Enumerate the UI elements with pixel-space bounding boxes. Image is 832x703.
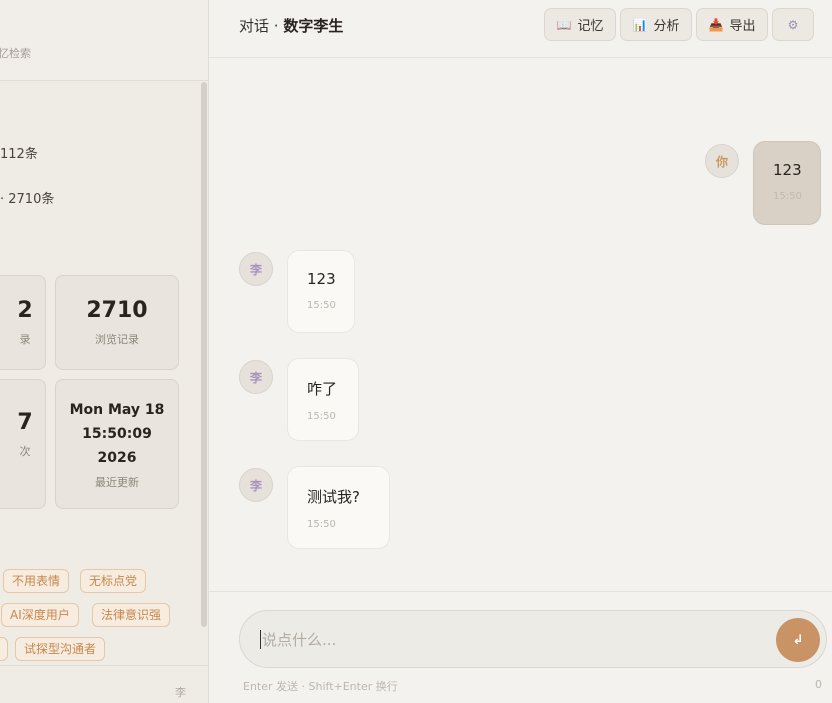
sidebar-scrollbar[interactable] xyxy=(201,82,207,627)
stat-line-memories: 112条 xyxy=(0,147,38,162)
book-icon: 📖 xyxy=(556,17,572,32)
char-counter: 0 xyxy=(815,678,822,691)
user-avatar: 你 xyxy=(705,144,739,178)
message-timestamp: 15:50 xyxy=(773,191,802,202)
analysis-button[interactable]: 📊 分析 xyxy=(620,8,692,41)
analysis-button-label: 分析 xyxy=(653,19,680,34)
sidebar: 忆检索 112条 · 2710条 2 录 2710 浏览记录 7 次 Mon M… xyxy=(0,0,209,703)
ai-message-bubble: 咋了 15:50 xyxy=(287,358,359,441)
message-timestamp: 15:50 xyxy=(307,519,336,530)
persona-tag[interactable]: 试探型沟通者 xyxy=(15,637,106,661)
stat-card-partial-1: 2 录 xyxy=(0,275,46,370)
message-timestamp: 15:50 xyxy=(307,300,336,311)
gear-icon: ⚙ xyxy=(787,17,799,32)
ai-message-bubble: 123 15:50 xyxy=(287,250,355,333)
sidebar-header: 忆检索 xyxy=(0,0,208,81)
stat-card-browse-records: 2710 浏览记录 xyxy=(55,275,179,370)
memory-button[interactable]: 📖 记忆 xyxy=(544,8,616,41)
message-text: 测试我? xyxy=(307,488,360,506)
persona-tag[interactable]: 无标点党 xyxy=(80,569,147,593)
last-updated-time: 15:50:09 xyxy=(82,426,152,442)
stat-card-label: 录 xyxy=(19,333,31,346)
memory-search-hint[interactable]: 忆检索 xyxy=(0,45,31,61)
stat-card-partial-2: 7 次 xyxy=(0,379,46,509)
title-prefix: 对话 · xyxy=(239,17,284,35)
keyboard-hint: Enter 发送 · Shift+Enter 换行 xyxy=(243,680,398,693)
stat-line-records: · 2710条 xyxy=(0,192,55,207)
ai-avatar: 李 xyxy=(239,360,273,394)
stat-card-label: 浏览记录 xyxy=(95,333,139,346)
stat-card-label: 最近更新 xyxy=(95,476,139,489)
persona-tag[interactable]: 法律意识强 xyxy=(92,603,171,627)
ai-message-bubble: 测试我? 15:50 xyxy=(287,466,390,549)
last-updated-year: 2026 xyxy=(97,450,137,466)
enter-arrow-icon: ↲ xyxy=(792,632,804,648)
memory-button-label: 记忆 xyxy=(577,19,604,34)
ai-avatar: 李 xyxy=(239,468,273,502)
persona-tag-partial[interactable] xyxy=(0,637,8,661)
title-name: 数字李生 xyxy=(283,17,344,35)
text-caret xyxy=(260,630,261,649)
message-timestamp: 15:50 xyxy=(307,411,336,422)
last-updated-day: Mon May 18 xyxy=(69,402,165,418)
ai-avatar: 李 xyxy=(239,252,273,286)
message-text: 123 xyxy=(307,270,336,288)
download-tray-icon: 📥 xyxy=(708,17,724,32)
message-input[interactable] xyxy=(260,611,764,669)
stat-card-value: 2710 xyxy=(86,298,148,323)
bar-chart-icon: 📊 xyxy=(632,17,648,32)
message-input-container[interactable] xyxy=(239,610,827,669)
stat-card-label: 次 xyxy=(19,444,31,458)
send-button[interactable]: ↲ xyxy=(776,618,820,662)
stat-card-value: 7 xyxy=(17,409,33,435)
composer-divider xyxy=(209,591,832,592)
user-message-bubble: 123 15:50 xyxy=(753,141,821,225)
stat-card-last-updated: Mon May 18 15:50:09 2026 最近更新 xyxy=(55,379,179,509)
sidebar-footer: 李 xyxy=(0,665,208,703)
page-title: 对话 · 数字李生 xyxy=(239,15,343,36)
export-button[interactable]: 📥 导出 xyxy=(696,8,768,41)
persona-tag[interactable]: 不用表情 xyxy=(3,569,70,593)
footer-avatar-char: 李 xyxy=(175,686,186,699)
persona-tag[interactable]: AI深度用户 xyxy=(1,603,79,627)
export-button-label: 导出 xyxy=(729,19,756,34)
message-text: 123 xyxy=(773,161,802,179)
settings-button[interactable]: ⚙ xyxy=(772,8,814,41)
message-text: 咋了 xyxy=(307,380,338,398)
stat-card-value: 2 xyxy=(17,298,33,323)
